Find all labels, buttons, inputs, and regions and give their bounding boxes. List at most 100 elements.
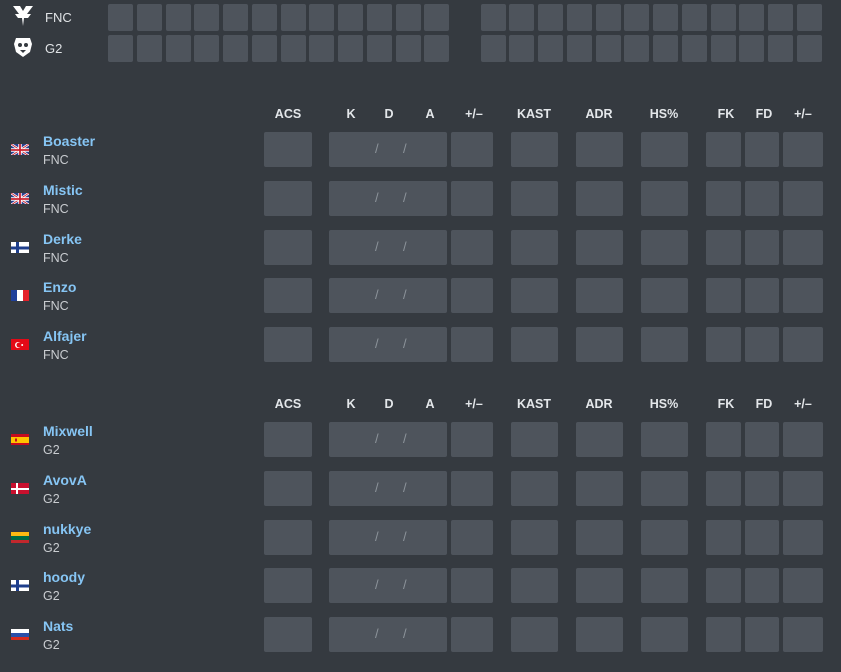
fk-fd-plus-minus-cell xyxy=(783,520,823,555)
round-cell xyxy=(481,35,506,62)
gb-flag-icon xyxy=(11,143,29,155)
player-name[interactable]: Boaster xyxy=(43,133,95,149)
player-name[interactable]: Mistic xyxy=(43,182,83,198)
round-cell xyxy=(711,35,736,62)
round-cell xyxy=(424,35,449,62)
acs-cell xyxy=(264,132,312,167)
plus-minus-cell xyxy=(451,617,493,652)
column-header-pm2: +/– xyxy=(794,397,812,411)
round-cell xyxy=(108,4,133,31)
fnatic-logo-icon xyxy=(10,3,36,29)
fd-cell xyxy=(745,568,779,603)
round-cell xyxy=(538,4,563,31)
round-cell xyxy=(281,35,306,62)
round-cell xyxy=(166,4,191,31)
round-cell xyxy=(367,35,392,62)
round-cell xyxy=(739,35,764,62)
kda-separator: / xyxy=(403,431,407,446)
kast-cell xyxy=(511,568,558,603)
round-cell xyxy=(108,35,133,62)
kda-cell xyxy=(329,568,447,603)
kast-cell xyxy=(511,520,558,555)
player-name[interactable]: Nats xyxy=(43,618,73,634)
kda-cell xyxy=(329,617,447,652)
round-cell xyxy=(509,4,534,31)
fd-cell xyxy=(745,520,779,555)
column-header-pm2: +/– xyxy=(794,107,812,121)
plus-minus-cell xyxy=(451,568,493,603)
fk-cell xyxy=(706,520,741,555)
round-cell xyxy=(252,35,277,62)
column-header-adr: ADR xyxy=(585,107,613,121)
acs-cell xyxy=(264,278,312,313)
adr-cell xyxy=(576,132,623,167)
fd-cell xyxy=(745,230,779,265)
round-cell xyxy=(596,4,621,31)
player-name[interactable]: Alfajer xyxy=(43,328,87,344)
kda-separator: / xyxy=(403,529,407,544)
player-team: FNC xyxy=(43,153,69,167)
fk-fd-plus-minus-cell xyxy=(783,132,823,167)
round-cell xyxy=(624,35,649,62)
round-cell xyxy=(338,35,363,62)
fk-fd-plus-minus-cell xyxy=(783,568,823,603)
player-name[interactable]: nukkye xyxy=(43,521,91,537)
acs-cell xyxy=(264,617,312,652)
player-name[interactable]: Mixwell xyxy=(43,423,93,439)
player-name[interactable]: Enzo xyxy=(43,279,76,295)
hs-cell xyxy=(641,278,688,313)
round-cell xyxy=(396,35,421,62)
ru-flag-icon xyxy=(11,628,29,640)
round-cell xyxy=(424,4,449,31)
fk-cell xyxy=(706,181,741,216)
fk-fd-plus-minus-cell xyxy=(783,617,823,652)
fi-flag-icon xyxy=(11,241,29,253)
player-name[interactable]: hoody xyxy=(43,569,85,585)
plus-minus-cell xyxy=(451,520,493,555)
column-header-kast: KAST xyxy=(516,397,552,411)
adr-cell xyxy=(576,278,623,313)
adr-cell xyxy=(576,471,623,506)
round-cell xyxy=(624,4,649,31)
adr-cell xyxy=(576,568,623,603)
player-name[interactable]: AvovA xyxy=(43,472,87,488)
round-cell xyxy=(194,4,219,31)
plus-minus-cell xyxy=(451,327,493,362)
round-cell xyxy=(567,35,592,62)
round-cell xyxy=(367,4,392,31)
kda-separator: / xyxy=(375,190,379,205)
hs-cell xyxy=(641,327,688,362)
round-cell xyxy=(481,4,506,31)
round-cell xyxy=(137,4,162,31)
team-name-g2: G2 xyxy=(45,41,63,56)
column-header-acs: ACS xyxy=(274,107,302,121)
column-header-acs: ACS xyxy=(274,397,302,411)
round-cell xyxy=(252,4,277,31)
plus-minus-cell xyxy=(451,422,493,457)
fk-cell xyxy=(706,568,741,603)
round-cell xyxy=(194,35,219,62)
round-cell xyxy=(509,35,534,62)
kast-cell xyxy=(511,617,558,652)
kda-cell xyxy=(329,230,447,265)
fd-cell xyxy=(745,181,779,216)
fk-cell xyxy=(706,230,741,265)
kda-cell xyxy=(329,278,447,313)
kast-cell xyxy=(511,230,558,265)
adr-cell xyxy=(576,520,623,555)
column-header-pm: +/– xyxy=(465,397,483,411)
column-header-kast: KAST xyxy=(516,107,552,121)
dk-flag-icon xyxy=(11,482,29,494)
round-cell xyxy=(711,4,736,31)
player-name[interactable]: Derke xyxy=(43,231,82,247)
kda-separator: / xyxy=(403,239,407,254)
acs-cell xyxy=(264,327,312,362)
kda-separator: / xyxy=(403,141,407,156)
fk-fd-plus-minus-cell xyxy=(783,230,823,265)
kast-cell xyxy=(511,471,558,506)
adr-cell xyxy=(576,327,623,362)
kda-separator: / xyxy=(403,480,407,495)
acs-cell xyxy=(264,422,312,457)
kda-separator: / xyxy=(375,431,379,446)
round-cell xyxy=(166,35,191,62)
